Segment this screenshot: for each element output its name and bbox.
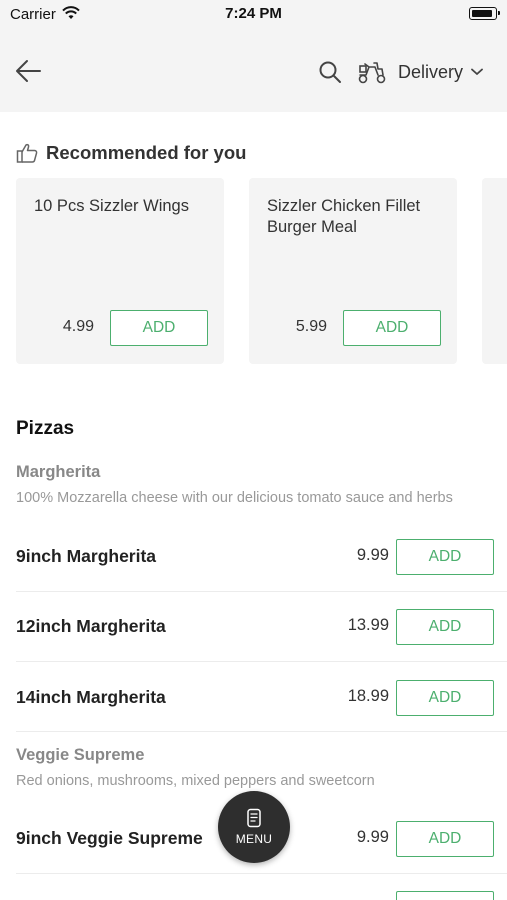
- order-type-dropdown[interactable]: Delivery: [392, 58, 483, 86]
- menu-item-price: 13.99: [347, 616, 389, 634]
- divider: [16, 661, 507, 662]
- menu-item-price: 9.99: [356, 546, 389, 564]
- scooter-icon: [358, 62, 386, 84]
- search-icon[interactable]: [318, 60, 342, 84]
- menu-item-row-partial[interactable]: [0, 874, 507, 900]
- menu-item-row[interactable]: 14inch Margherita 18.99 ADD: [0, 663, 507, 733]
- menu-item-price: 9.99: [356, 828, 389, 846]
- recommended-item-price: 4.99: [62, 318, 94, 335]
- add-button[interactable]: ADD: [343, 310, 441, 346]
- menu-item-row[interactable]: 12inch Margherita 13.99 ADD: [0, 592, 507, 662]
- battery-icon: [469, 7, 500, 20]
- recommended-card[interactable]: Sizzler Chicken Fillet Burger Meal 5.99 …: [249, 178, 457, 364]
- recommended-item-price: 5.99: [295, 318, 327, 335]
- menu-button[interactable]: MENU: [218, 791, 290, 863]
- chevron-down-icon: [471, 68, 483, 75]
- divider: [16, 731, 507, 732]
- add-button[interactable]: ADD: [396, 821, 494, 857]
- category-description: Red onions, mushrooms, mixed peppers and…: [16, 773, 375, 789]
- order-type-label: Delivery: [398, 61, 464, 82]
- add-button-partial[interactable]: [396, 891, 494, 900]
- section-title: Pizzas: [16, 418, 75, 439]
- menu-item-name: 9inch Margherita: [16, 546, 157, 566]
- category-description: 100% Mozzarella cheese with our deliciou…: [16, 490, 453, 506]
- menu-item-name: 14inch Margherita: [16, 687, 166, 707]
- status-time: 7:24 PM: [225, 5, 282, 22]
- add-button[interactable]: ADD: [396, 609, 494, 645]
- recommended-item-name: Sizzler Chicken Fillet Burger Meal: [267, 197, 421, 236]
- arrow-left-icon[interactable]: [14, 58, 42, 84]
- menu-item-row[interactable]: 9inch Margherita 9.99 ADD: [0, 522, 507, 592]
- menu-item-name: 9inch Veggie Supreme: [16, 828, 203, 848]
- header-bar: Delivery: [0, 30, 507, 112]
- add-button[interactable]: ADD: [110, 310, 208, 346]
- add-button[interactable]: ADD: [396, 539, 494, 575]
- recommended-title: Recommended for you: [46, 142, 247, 163]
- category-name: Veggie Supreme: [16, 746, 145, 764]
- recommended-carousel[interactable]: 10 Pcs Sizzler Wings 4.99 ADD Sizzler Ch…: [16, 178, 507, 366]
- thumbs-up-icon: [16, 143, 38, 163]
- menu-book-icon: [247, 808, 261, 828]
- recommended-item-name: 10 Pcs Sizzler Wings: [34, 197, 189, 215]
- menu-item-price: 18.99: [347, 687, 389, 705]
- category-name: Margherita: [16, 463, 101, 481]
- status-bar: Carrier 7:24 PM: [0, 0, 507, 30]
- recommended-card-partial[interactable]: [482, 178, 507, 364]
- recommended-header: Recommended for you: [16, 142, 246, 164]
- recommended-card[interactable]: 10 Pcs Sizzler Wings 4.99 ADD: [16, 178, 224, 364]
- add-button[interactable]: ADD: [396, 680, 494, 716]
- menu-item-name: 12inch Margherita: [16, 616, 166, 636]
- menu-button-label: MENU: [235, 832, 273, 846]
